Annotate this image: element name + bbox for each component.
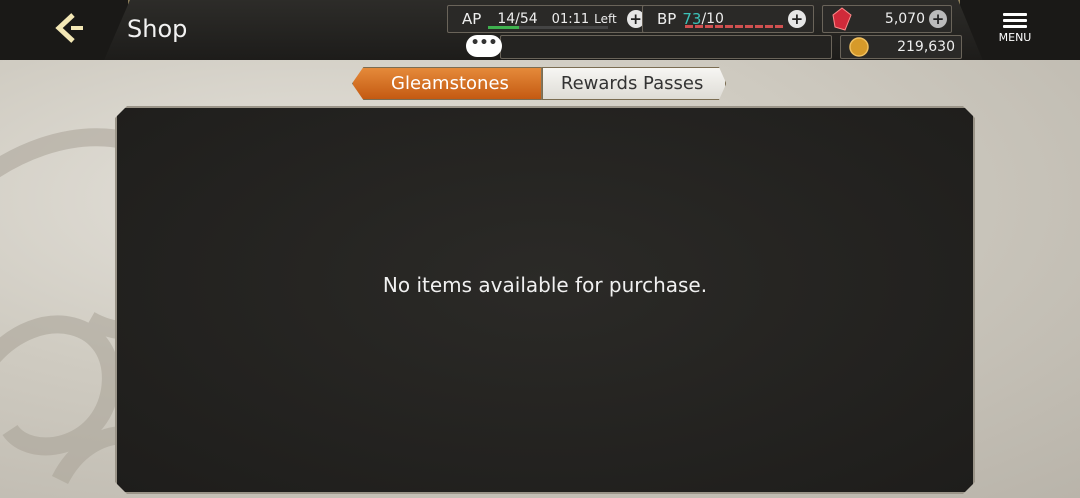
bp-status: BP 73 /10 + xyxy=(642,5,814,33)
chat-button[interactable]: ••• xyxy=(466,35,502,57)
chat-bubble-icon: ••• xyxy=(470,35,498,51)
gems-value: 5,070 xyxy=(884,11,925,27)
tab-gleamstones[interactable]: Gleamstones xyxy=(352,67,542,100)
bp-label: BP xyxy=(657,10,677,28)
hamburger-icon xyxy=(990,13,1040,28)
bp-plus-icon[interactable]: + xyxy=(787,10,806,28)
menu-label: MENU xyxy=(998,31,1032,44)
red-gem-icon xyxy=(832,7,852,31)
empty-message: No items available for purchase. xyxy=(382,273,708,297)
ap-value: 14/54 xyxy=(497,11,538,27)
tab-rewards-passes[interactable]: Rewards Passes xyxy=(541,67,727,100)
ap-timer: 01:11 xyxy=(551,11,590,27)
gems-plus-icon[interactable]: + xyxy=(929,10,947,28)
shop-tabs: Gleamstones Rewards Passes xyxy=(352,67,727,100)
page-title: Shop xyxy=(127,15,188,43)
gold-coin-icon xyxy=(849,37,869,57)
ap-bar-fill xyxy=(488,26,519,29)
ap-timer-suffix: Left xyxy=(594,12,617,26)
back-arrow-icon xyxy=(55,13,83,43)
ap-label: AP xyxy=(462,10,482,28)
gems-counter: 5,070 + xyxy=(822,5,952,33)
back-button[interactable] xyxy=(40,8,100,48)
bp-bar xyxy=(685,25,785,28)
gold-counter: 219,630 xyxy=(840,35,962,59)
notification-strip xyxy=(500,35,832,59)
ap-status: AP 14/54 01:11 Left + xyxy=(447,5,649,33)
gold-value: 219,630 xyxy=(897,39,955,55)
shop-panel: No items available for purchase. xyxy=(115,106,975,494)
menu-button[interactable]: MENU xyxy=(990,10,1040,52)
